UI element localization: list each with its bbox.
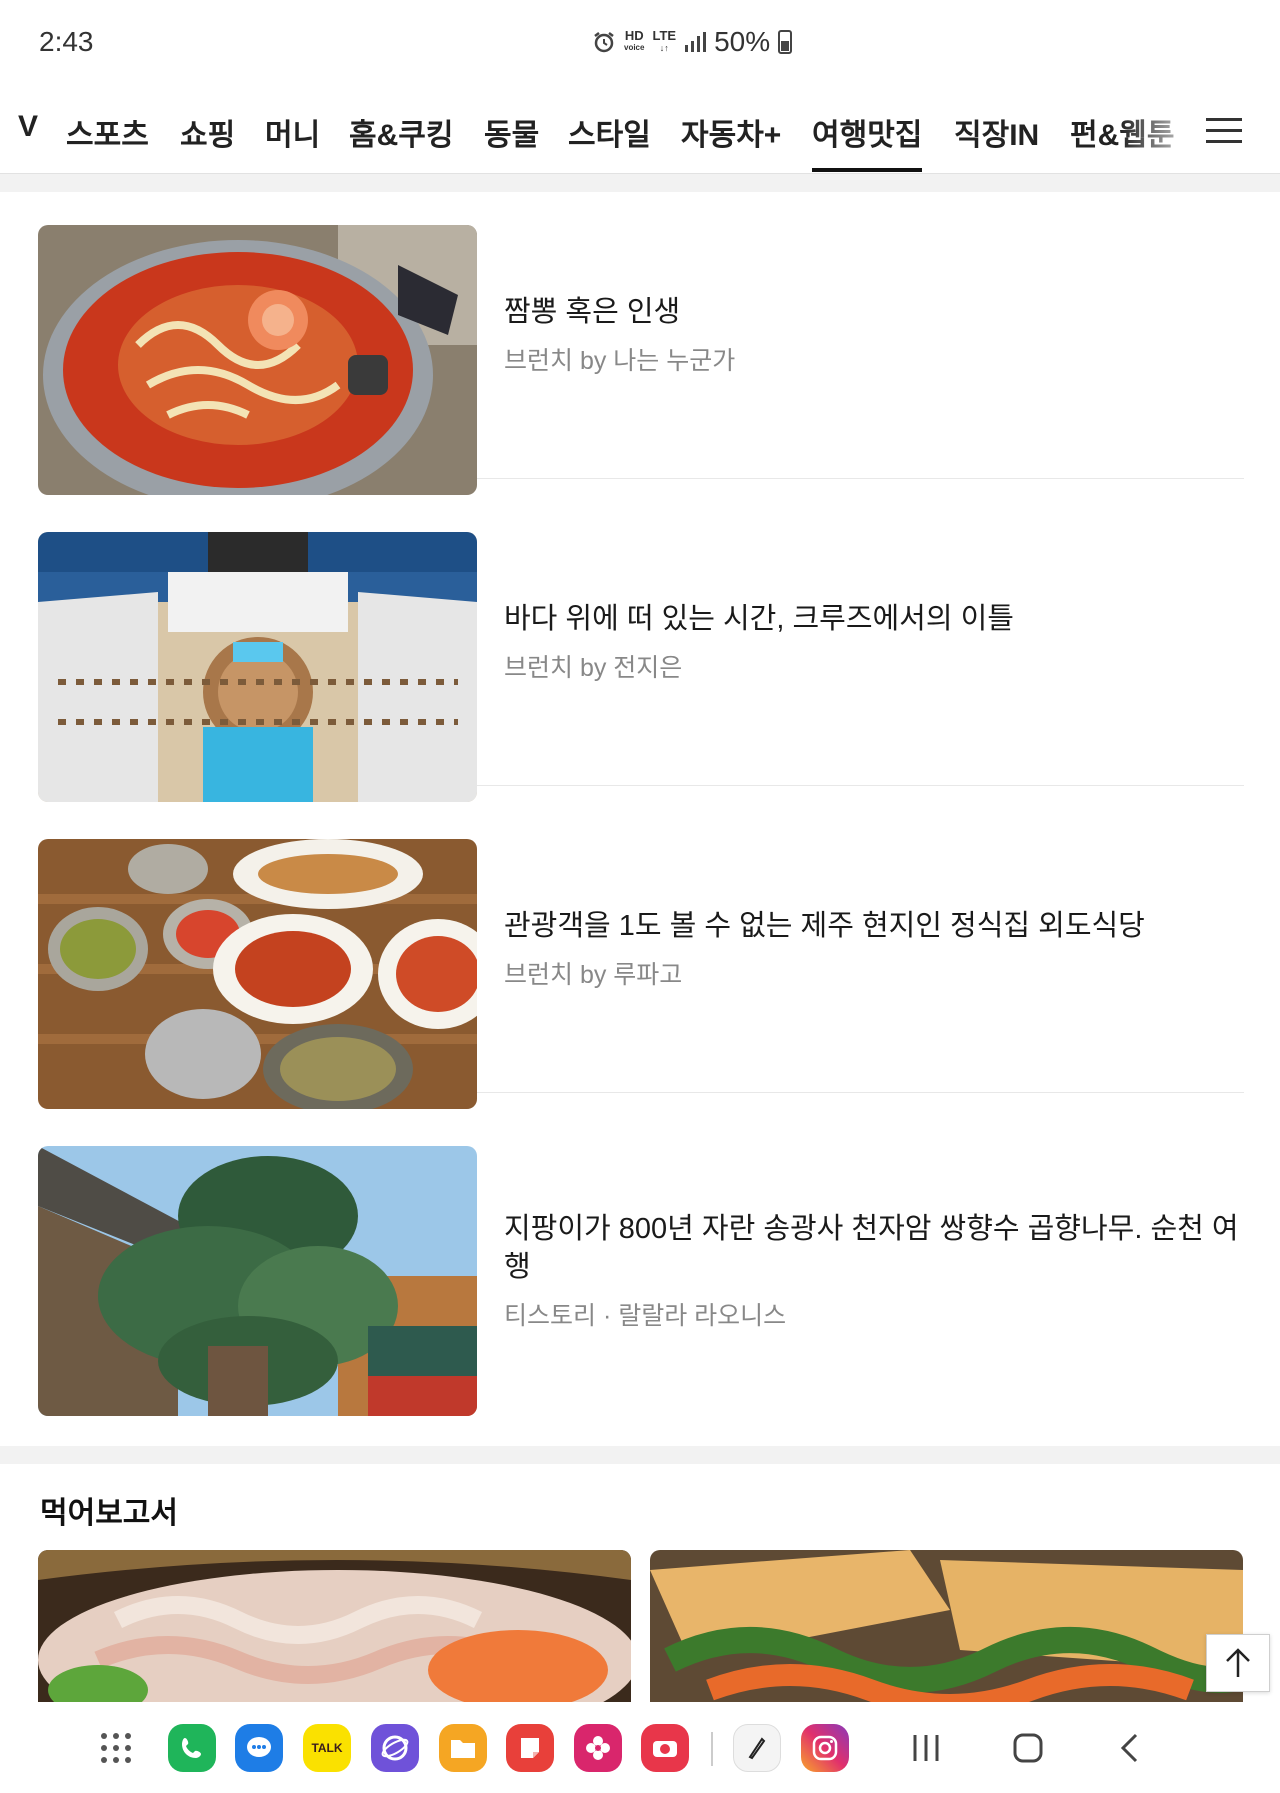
tab-home-cooking[interactable]: 홈&쿠킹 [349, 110, 453, 154]
tab-money[interactable]: 머니 [265, 110, 320, 154]
tab-car[interactable]: 자동차+ [681, 110, 781, 154]
article-source: 티스토리 · 랄랄라 라오니스 [504, 1302, 787, 1330]
messages-app-icon[interactable] [235, 1724, 283, 1772]
food-card[interactable] [38, 1550, 631, 1705]
tab-v[interactable]: V [18, 110, 38, 144]
gallery-app-icon[interactable] [574, 1724, 622, 1772]
alarm-icon [594, 32, 614, 53]
article-title[interactable]: 관광객을 1도 볼 수 없는 제주 현지인 정식집 외도식당 [504, 907, 1244, 945]
home-icon[interactable] [1004, 1724, 1052, 1772]
recent-apps-icon[interactable] [902, 1724, 950, 1772]
battery-icon [778, 30, 793, 54]
article-thumbnail[interactable] [38, 225, 477, 495]
status-bar: 2:43 HD voice LTE ↓↑ 50% [0, 0, 1280, 88]
navigation-bar: TALK [0, 1702, 1280, 1793]
food-card[interactable] [650, 1550, 1243, 1705]
article-source: 브런치 by 나는 누군가 [504, 347, 736, 375]
instagram-app-icon[interactable] [801, 1724, 849, 1772]
article-text: 바다 위에 떠 있는 시간, 크루즈에서의 이틀 브런치 by 전지은 [504, 600, 1244, 684]
tab-sports[interactable]: 스포츠 [66, 110, 149, 154]
article-title[interactable]: 지팡이가 800년 자란 송광사 천자암 쌍향수 곱향나무. 순천 여행 [504, 1210, 1244, 1286]
lte-icon: LTE ↓↑ [652, 28, 677, 53]
status-icons: HD voice LTE ↓↑ 50% [592, 26, 793, 58]
section-title: 먹어보고서 [40, 1497, 178, 1530]
article-thumbnail[interactable] [38, 532, 477, 802]
phone-app-icon[interactable] [168, 1724, 216, 1772]
tab-shopping[interactable]: 쇼핑 [180, 110, 235, 154]
tab-animals[interactable]: 동물 [484, 110, 539, 154]
dock-separator [711, 1732, 713, 1766]
section-divider [0, 174, 1280, 192]
scroll-to-top-button[interactable] [1206, 1634, 1270, 1692]
arrow-up-icon [1226, 1648, 1250, 1677]
section-divider [0, 1446, 1280, 1464]
article-text: 짬뽕 혹은 인생 브런치 by 나는 누군가 [504, 293, 1244, 377]
article-item[interactable]: 짬뽕 혹은 인생 브런치 by 나는 누군가 [38, 207, 1244, 495]
pen-app-icon[interactable] [733, 1724, 781, 1772]
article-text: 지팡이가 800년 자란 송광사 천자암 쌍향수 곱향나무. 순천 여행 티스토… [504, 1210, 1244, 1332]
article-source: 브런치 by 루파고 [504, 961, 683, 989]
tab-fade [1120, 88, 1210, 172]
article-thumbnail[interactable] [38, 1146, 477, 1416]
tab-work[interactable]: 직장IN [954, 110, 1039, 154]
article-source: 브런치 by 전지은 [504, 654, 683, 682]
tab-style[interactable]: 스타일 [568, 110, 651, 154]
my-files-icon[interactable] [439, 1724, 487, 1772]
signal-icon [685, 32, 707, 52]
tab-travel-food[interactable]: 여행맛집 [812, 110, 923, 172]
article-title[interactable]: 짬뽕 혹은 인생 [504, 293, 1244, 331]
internet-browser-icon[interactable] [371, 1724, 419, 1772]
article-thumbnail[interactable] [38, 839, 477, 1109]
hd-voice-icon: HD voice [624, 28, 645, 52]
article-text: 관광객을 1도 볼 수 없는 제주 현지인 정식집 외도식당 브런치 by 루파… [504, 907, 1244, 991]
camera-app-icon[interactable] [641, 1724, 689, 1772]
article-title[interactable]: 바다 위에 떠 있는 시간, 크루즈에서의 이틀 [504, 600, 1244, 638]
back-icon[interactable] [1106, 1724, 1154, 1772]
kakaotalk-app-icon[interactable]: TALK [303, 1724, 351, 1772]
article-item[interactable]: 지팡이가 800년 자란 송광사 천자암 쌍향수 곱향나무. 순천 여행 티스토… [38, 1128, 1244, 1416]
article-item[interactable]: 관광객을 1도 볼 수 없는 제주 현지인 정식집 외도식당 브런치 by 루파… [38, 821, 1244, 1109]
status-time: 2:43 [39, 26, 94, 57]
notes-app-icon[interactable] [506, 1724, 554, 1772]
category-tab-bar: V 스포츠 쇼핑 머니 홈&쿠킹 동물 스타일 자동차+ 여행맛집 직장IN 펀… [0, 88, 1280, 174]
battery-percent: 50% [714, 26, 771, 57]
app-drawer-icon[interactable] [92, 1724, 140, 1772]
article-item[interactable]: 바다 위에 떠 있는 시간, 크루즈에서의 이틀 브런치 by 전지은 [38, 514, 1244, 802]
hamburger-menu-icon[interactable] [1204, 112, 1244, 148]
